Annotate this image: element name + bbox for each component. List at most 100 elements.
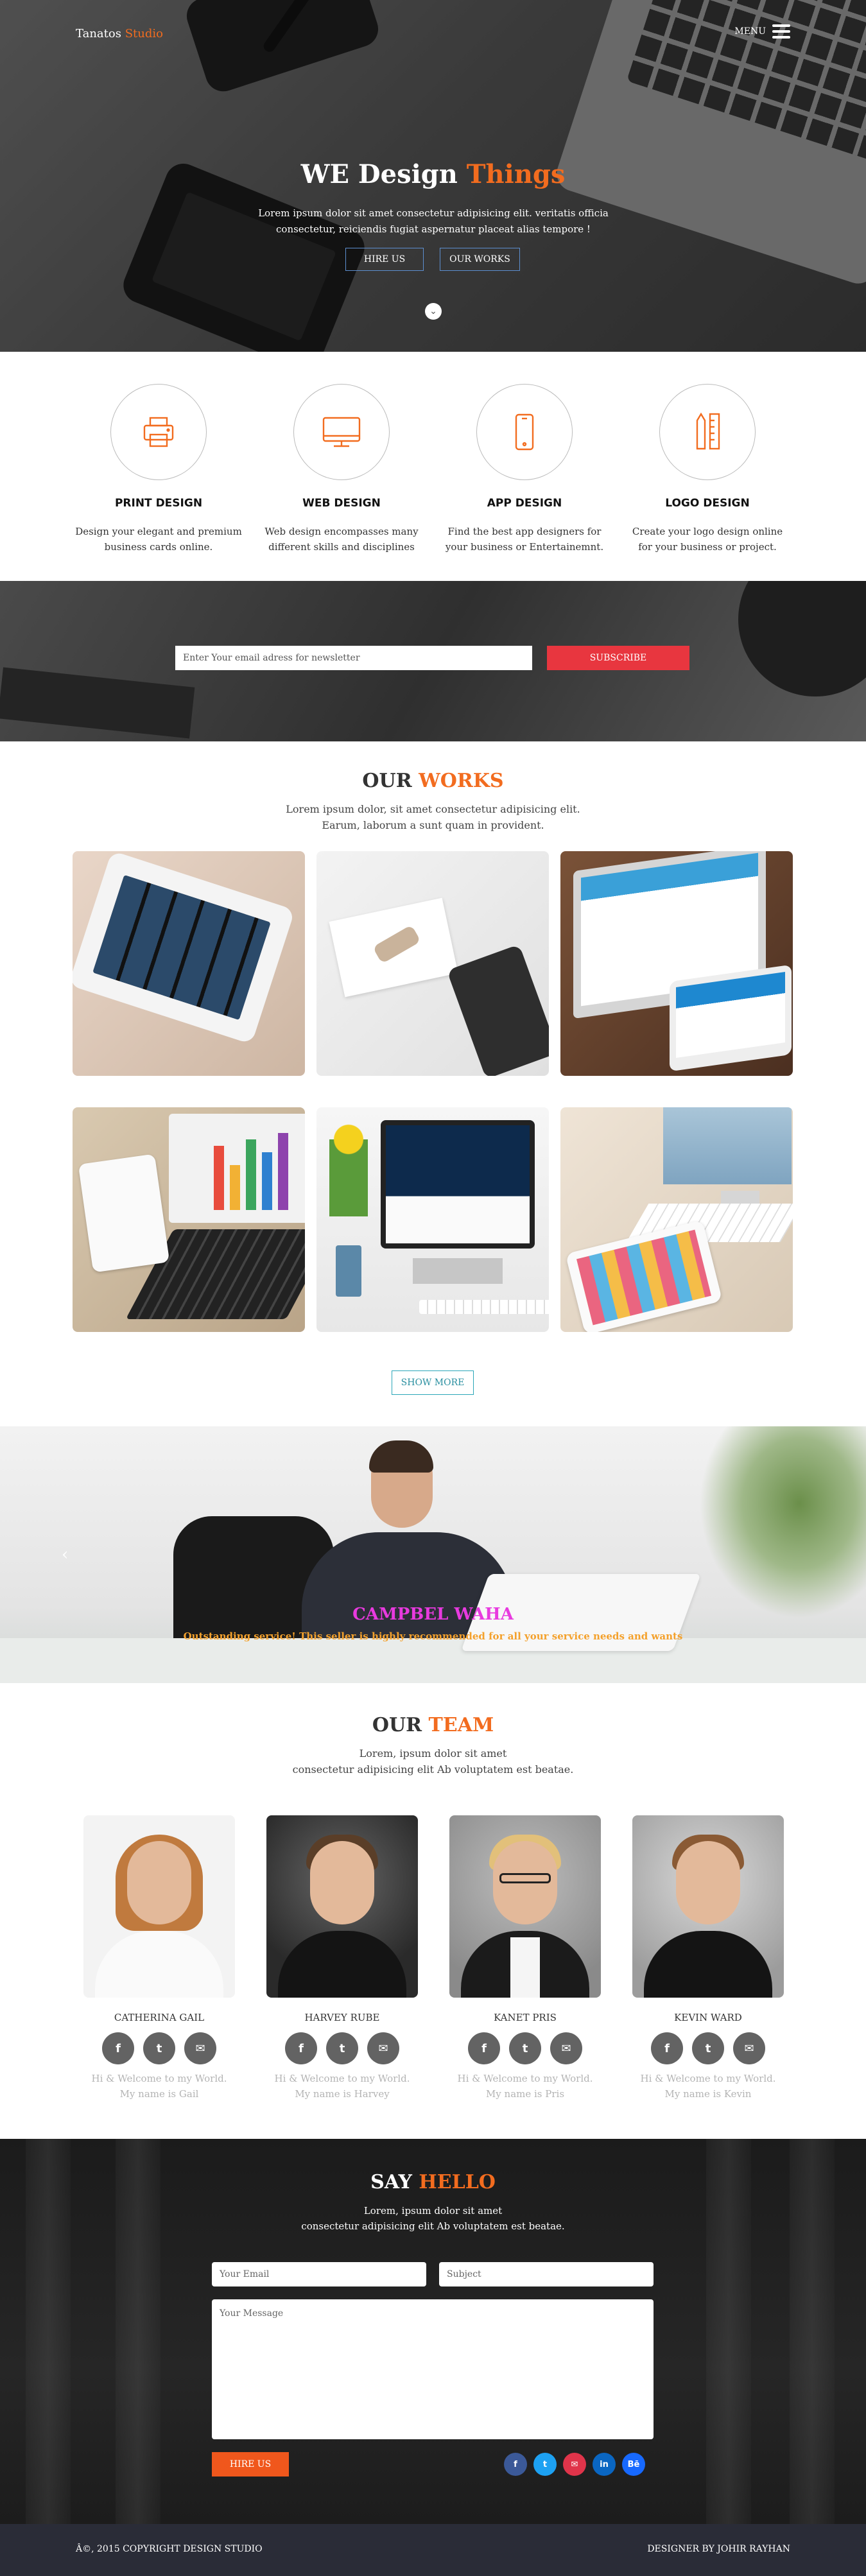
member-name: KEVIN WARD — [674, 2012, 742, 2023]
testimonial-text: Outstanding service! This seller is high… — [183, 1630, 683, 1642]
email-icon[interactable]: ✉ — [563, 2453, 586, 2476]
hero-title-accent: Things — [466, 159, 566, 189]
our-works-button[interactable]: OUR WORKS — [440, 248, 520, 271]
facebook-icon[interactable]: f — [651, 2032, 683, 2064]
scroll-down-icon[interactable]: ⌄ — [425, 303, 442, 320]
works-title-accent: WORKS — [419, 770, 504, 792]
desk-image — [0, 1638, 866, 1683]
services-section: PRINT DESIGN Design your elegant and pre… — [0, 352, 866, 581]
works-subtitle: Lorem ipsum dolor, sit amet consectetur … — [286, 803, 580, 831]
printer-icon — [110, 384, 207, 480]
work-item-imac-tablet[interactable] — [560, 1107, 793, 1332]
works-section: OUR WORKS Lorem ipsum dolor, sit amet co… — [0, 741, 866, 1426]
service-text: Design your elegant and premium business… — [75, 526, 242, 553]
work-item-tablet[interactable] — [73, 851, 305, 1076]
designer-credit: DESIGNER BY JOHIR RAYHAN — [647, 2544, 790, 2554]
service-print: PRINT DESIGN Design your elegant and pre… — [75, 384, 242, 555]
show-more-button[interactable]: SHOW MORE — [392, 1370, 474, 1395]
team-member: HARVEY RUBE f t ✉ Hi & Welcome to my Wor… — [266, 1815, 418, 2102]
twitter-icon[interactable]: t — [143, 2032, 175, 2064]
email-icon[interactable]: ✉ — [184, 2032, 216, 2064]
service-text: Find the best app designers for your bus… — [445, 526, 604, 553]
member-name: CATHERINA GAIL — [114, 2012, 205, 2023]
email-icon[interactable]: ✉ — [733, 2032, 765, 2064]
work-item-imac[interactable] — [316, 1107, 549, 1332]
service-title: PRINT DESIGN — [114, 497, 203, 510]
linkedin-icon[interactable]: in — [593, 2453, 616, 2476]
work-item-stationery[interactable] — [316, 851, 549, 1076]
message-field[interactable]: Your Message — [212, 2299, 654, 2439]
newsletter-section: Enter Your email adress for newsletter S… — [0, 581, 866, 741]
team-title-accent: TEAM — [428, 1714, 494, 1736]
email-field[interactable]: Your Email — [212, 2262, 426, 2286]
testimonial-section: ‹ CAMPBEL WAHA Outstanding service! This… — [0, 1426, 866, 1683]
avatar — [632, 1815, 784, 1998]
plant-image — [699, 1426, 866, 1619]
monitor-icon — [293, 384, 390, 480]
member-intro: Hi & Welcome to my World. My name is Kev… — [640, 2073, 776, 2100]
avatar — [266, 1815, 418, 1998]
work-item-laptop-chart[interactable] — [73, 1107, 305, 1332]
newsletter-email-input[interactable]: Enter Your email adress for newsletter — [175, 646, 532, 670]
twitter-icon[interactable]: t — [326, 2032, 358, 2064]
team-title: OUR TEAM — [0, 1714, 866, 1736]
contact-title-main: SAY — [370, 2171, 412, 2193]
testimonial-name: CAMPBEL WAHA — [352, 1605, 514, 1624]
email-icon[interactable]: ✉ — [550, 2032, 582, 2064]
brand-main: Tanatos — [76, 27, 121, 40]
hero-subtitle: Lorem ipsum dolor sit amet consectetur a… — [258, 207, 609, 235]
work-item-laptop-ui[interactable] — [560, 851, 793, 1076]
works-title: OUR WORKS — [0, 770, 866, 792]
hero-title: WE Design Things — [0, 159, 866, 189]
team-subtitle: Lorem, ipsum dolor sit amet consectetur … — [292, 1747, 574, 1776]
service-web: WEB DESIGN Web design encompasses many d… — [258, 384, 425, 555]
member-name: HARVEY RUBE — [304, 2012, 380, 2023]
hire-us-button[interactable]: HIRE US — [345, 248, 424, 271]
service-title: APP DESIGN — [487, 497, 562, 510]
hero-title-main: WE Design — [300, 159, 458, 189]
avatar — [449, 1815, 601, 1998]
menu-label: MENU — [734, 26, 766, 37]
member-intro: Hi & Welcome to my World. My name is Gai… — [91, 2073, 227, 2100]
contact-hire-us-button[interactable]: HIRE US — [212, 2452, 289, 2477]
team-section: OUR TEAM Lorem, ipsum dolor sit amet con… — [0, 1683, 866, 2139]
mobile-icon — [476, 384, 573, 480]
member-intro: Hi & Welcome to my World. My name is Har… — [274, 2073, 410, 2100]
subject-field[interactable]: Subject — [439, 2262, 654, 2286]
hamburger-icon — [772, 24, 790, 39]
service-text: Create your logo design online for your … — [632, 526, 783, 553]
footer: Â©, 2015 COPYRIGHT DESIGN STUDIO DESIGNE… — [0, 2524, 866, 2576]
facebook-icon[interactable]: f — [468, 2032, 500, 2064]
menu-button[interactable]: MENU — [734, 24, 790, 39]
facebook-icon[interactable]: f — [285, 2032, 317, 2064]
twitter-icon[interactable]: t — [692, 2032, 724, 2064]
coffee-mug-image — [738, 581, 866, 696]
facebook-icon[interactable]: f — [102, 2032, 134, 2064]
facebook-icon[interactable]: f — [504, 2453, 527, 2476]
team-member: KANET PRIS f t ✉ Hi & Welcome to my Worl… — [449, 1815, 601, 2102]
copyright-text: Â©, 2015 COPYRIGHT DESIGN STUDIO — [76, 2544, 263, 2554]
contact-section: SAY HELLO Lorem, ipsum dolor sit amet co… — [0, 2139, 866, 2524]
email-icon[interactable]: ✉ — [367, 2032, 399, 2064]
subscribe-button[interactable]: SUBSCRIBE — [547, 646, 689, 670]
carousel-prev-icon[interactable]: ‹ — [62, 1545, 68, 1564]
works-title-main: OUR — [362, 770, 412, 792]
brand-accent: Studio — [125, 27, 163, 40]
contact-title: SAY HELLO — [0, 2171, 866, 2193]
member-intro: Hi & Welcome to my World. My name is Pri… — [457, 2073, 593, 2100]
member-name: KANET PRIS — [494, 2012, 557, 2023]
team-member: CATHERINA GAIL f t ✉ Hi & Welcome to my … — [83, 1815, 235, 2102]
hero-section: Tanatos Studio MENU WE Design Things Lor… — [0, 0, 866, 352]
service-text: Web design encompasses many different sk… — [264, 526, 419, 553]
avatar — [83, 1815, 235, 1998]
contact-title-accent: HELLO — [419, 2171, 496, 2193]
contact-subtitle: Lorem, ipsum dolor sit amet consectetur … — [301, 2205, 565, 2232]
service-title: LOGO DESIGN — [665, 497, 750, 510]
behance-icon[interactable]: Bē — [622, 2453, 645, 2476]
team-title-main: OUR — [372, 1714, 422, 1736]
twitter-icon[interactable]: t — [509, 2032, 541, 2064]
brand-logo[interactable]: Tanatos Studio — [76, 27, 163, 40]
desk-items-image — [0, 667, 195, 739]
twitter-icon[interactable]: t — [533, 2453, 557, 2476]
service-logo: LOGO DESIGN Create your logo design onli… — [624, 384, 791, 555]
